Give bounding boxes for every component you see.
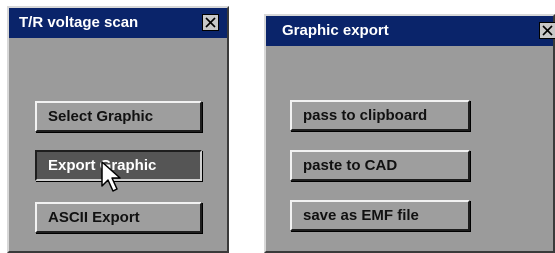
select-graphic-button[interactable]: Select Graphic <box>35 101 202 132</box>
panel-title: T/R voltage scan <box>19 14 139 31</box>
close-icon[interactable] <box>202 14 219 31</box>
panel-title-bar: T/R voltage scan <box>9 8 227 38</box>
save-as-emf-file-button[interactable]: save as EMF file <box>290 200 470 231</box>
panel-title: Graphic export <box>282 22 389 39</box>
paste-to-cad-button[interactable]: paste to CAD <box>290 150 470 181</box>
panel-title-bar: Graphic export <box>266 16 553 46</box>
graphic-export-panel: Graphic export pass to clipboard paste t… <box>264 14 555 253</box>
tr-voltage-scan-panel: T/R voltage scan Select Graphic Export G… <box>7 6 229 253</box>
pass-to-clipboard-button[interactable]: pass to clipboard <box>290 100 470 131</box>
mouse-pointer-icon <box>100 160 124 199</box>
ascii-export-button[interactable]: ASCII Export <box>35 202 202 233</box>
close-icon[interactable] <box>539 22 555 39</box>
